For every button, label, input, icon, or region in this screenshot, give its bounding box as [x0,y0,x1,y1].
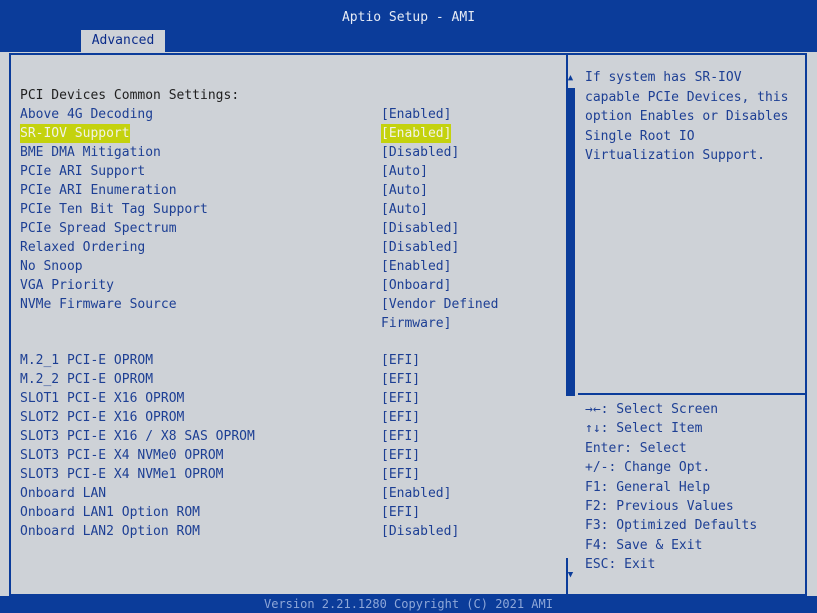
scroll-down-arrow-icon[interactable]: ▼ [566,570,575,580]
setting-value[interactable]: [EFI] [381,503,420,522]
setting-row-slot2-oprom[interactable]: SLOT2 PCI-E X16 OPROM [EFI] [20,408,510,427]
setting-row-above-4g-decoding[interactable]: Above 4G Decoding [Enabled] [20,105,510,124]
setting-label: M.2_1 PCI-E OPROM [20,353,154,368]
setting-label: Relaxed Ordering [20,240,146,255]
setting-value[interactable]: [EFI] [381,465,420,484]
setting-row-slot1-oprom[interactable]: SLOT1 PCI-E X16 OPROM [EFI] [20,389,510,408]
key-hint-esc: ESC: Exit [585,557,656,573]
footer-version: Version 2.21.1280 Copyright (C) 2021 AMI [0,596,817,613]
setting-label: SLOT3 PCI-E X4 NVMe0 OPROM [20,448,224,463]
key-hint-select-item: ↑↓: Select Item [585,421,703,437]
setting-value[interactable]: [Disabled] [381,522,459,541]
setting-label: Onboard LAN [20,486,107,501]
title-bar: Aptio Setup - AMI Advanced [0,0,817,52]
setting-value[interactable]: [Auto] [381,162,428,181]
setting-row-pcie-ari-support[interactable]: PCIe ARI Support [Auto] [20,162,510,181]
setting-value[interactable]: [Auto] [381,200,428,219]
setting-value[interactable]: [Enabled] [381,105,451,124]
setting-row-pcie-spread-spectrum[interactable]: PCIe Spread Spectrum [Disabled] [20,219,510,238]
setting-label: PCIe Spread Spectrum [20,221,177,236]
setting-value[interactable]: [Enabled] [381,484,451,503]
setting-label: PCIe ARI Support [20,164,146,179]
setting-value[interactable]: [Disabled] [381,219,459,238]
help-line: If system has SR-IOV [585,70,742,85]
setting-row-no-snoop[interactable]: No Snoop [Enabled] [20,257,510,276]
setting-value[interactable]: [Onboard] [381,276,451,295]
setting-row-onboard-lan1-option-rom[interactable]: Onboard LAN1 Option ROM [EFI] [20,503,510,522]
help-line: option Enables or Disables [585,109,789,124]
setting-label: PCIe ARI Enumeration [20,183,177,198]
setting-row-bme-dma-mitigation[interactable]: BME DMA Mitigation [Disabled] [20,143,510,162]
setting-label: SLOT1 PCI-E X16 OPROM [20,391,185,406]
setting-row-m2-2-pcie-oprom[interactable]: M.2_2 PCI-E OPROM [EFI] [20,370,510,389]
setting-value[interactable]: [EFI] [381,427,420,446]
setting-row-slot3-nvme1-oprom[interactable]: SLOT3 PCI-E X4 NVMe1 OPROM [EFI] [20,465,510,484]
section-heading: PCI Devices Common Settings: [20,86,510,105]
setting-row-slot3-nvme0-oprom[interactable]: SLOT3 PCI-E X4 NVMe0 OPROM [EFI] [20,446,510,465]
setting-row-pcie-ari-enumeration[interactable]: PCIe ARI Enumeration [Auto] [20,181,510,200]
key-hint-change-opt: +/-: Change Opt. [585,460,711,476]
setting-value[interactable]: [EFI] [381,408,420,427]
setting-value[interactable]: [EFI] [381,370,420,389]
help-line: Virtualization Support. [585,148,766,163]
setting-label: SLOT2 PCI-E X16 OPROM [20,410,185,425]
setting-row-m2-1-pcie-oprom[interactable]: M.2_1 PCI-E OPROM [EFI] [20,351,510,370]
help-text-panel: If system has SR-IOV capable PCIe Device… [585,68,807,166]
setting-row-vga-priority[interactable]: VGA Priority [Onboard] [20,276,510,295]
setting-label: Onboard LAN2 Option ROM [20,524,201,539]
setting-label: PCIe Ten Bit Tag Support [20,202,208,217]
key-hint-select-screen: →←: Select Screen [585,402,719,417]
setting-label: Onboard LAN1 Option ROM [20,505,201,520]
key-hint-f1: F1: General Help [585,479,711,495]
setting-label: No Snoop [20,259,83,274]
setting-label: BME DMA Mitigation [20,145,161,160]
setting-label: SLOT3 PCI-E X16 / X8 SAS OPROM [20,429,255,444]
setting-value[interactable]: [Disabled] [381,238,459,257]
key-hint-enter: Enter: Select [585,440,687,456]
key-hint-f2: F2: Previous Values [585,498,734,514]
setting-label: VGA Priority [20,278,114,293]
setting-value[interactable]: [EFI] [381,446,420,465]
setting-value[interactable]: [Enabled] [381,124,452,143]
setting-row-slot3-sas-oprom[interactable]: SLOT3 PCI-E X16 / X8 SAS OPROM [EFI] [20,427,510,446]
setting-row-sr-iov-support[interactable]: SR-IOV Support [Enabled] [20,124,510,143]
section-heading-label: PCI Devices Common Settings: [20,88,240,103]
key-hint-f4: F4: Save & Exit [585,537,703,553]
setting-value[interactable]: [Enabled] [381,257,451,276]
setting-row-onboard-lan2-option-rom[interactable]: Onboard LAN2 Option ROM [Disabled] [20,522,510,541]
setting-label: M.2_2 PCI-E OPROM [20,372,154,387]
setting-label: SLOT3 PCI-E X4 NVMe1 OPROM [20,467,224,482]
setting-label: NVMe Firmware Source [20,297,177,312]
help-line: Single Root IO [585,128,695,144]
setting-row-nvme-firmware-source[interactable]: NVMe Firmware Source [Vendor Defined [20,295,510,314]
setting-label: Above 4G Decoding [20,107,154,122]
setting-row-pcie-ten-bit-tag-support[interactable]: PCIe Ten Bit Tag Support [Auto] [20,200,510,219]
help-line: capable PCIe Devices, this [585,89,789,105]
key-hint-f3: F3: Optimized Defaults [585,518,758,534]
scrollbar-thumb[interactable] [566,88,575,396]
help-divider [578,393,805,395]
setting-value[interactable]: [Disabled] [381,143,459,162]
setting-value[interactable]: [Auto] [381,181,428,200]
key-legend: →←: Select Screen ↑↓: Select Item Enter:… [585,400,807,575]
setting-row-onboard-lan[interactable]: Onboard LAN [Enabled] [20,484,510,503]
setting-row-nvme-firmware-source-cont: Firmware] [20,314,510,333]
setting-value[interactable]: [Vendor Defined [381,295,498,314]
setting-value[interactable]: [EFI] [381,351,420,370]
app-title: Aptio Setup - AMI [341,10,476,25]
tab-advanced[interactable]: Advanced [81,30,165,52]
setting-value[interactable]: [EFI] [381,389,420,408]
scroll-up-arrow-icon[interactable]: ▲ [566,73,575,83]
setting-row-relaxed-ordering[interactable]: Relaxed Ordering [Disabled] [20,238,510,257]
setting-label: SR-IOV Support [20,124,130,143]
setting-value-continued: Firmware] [381,316,452,331]
